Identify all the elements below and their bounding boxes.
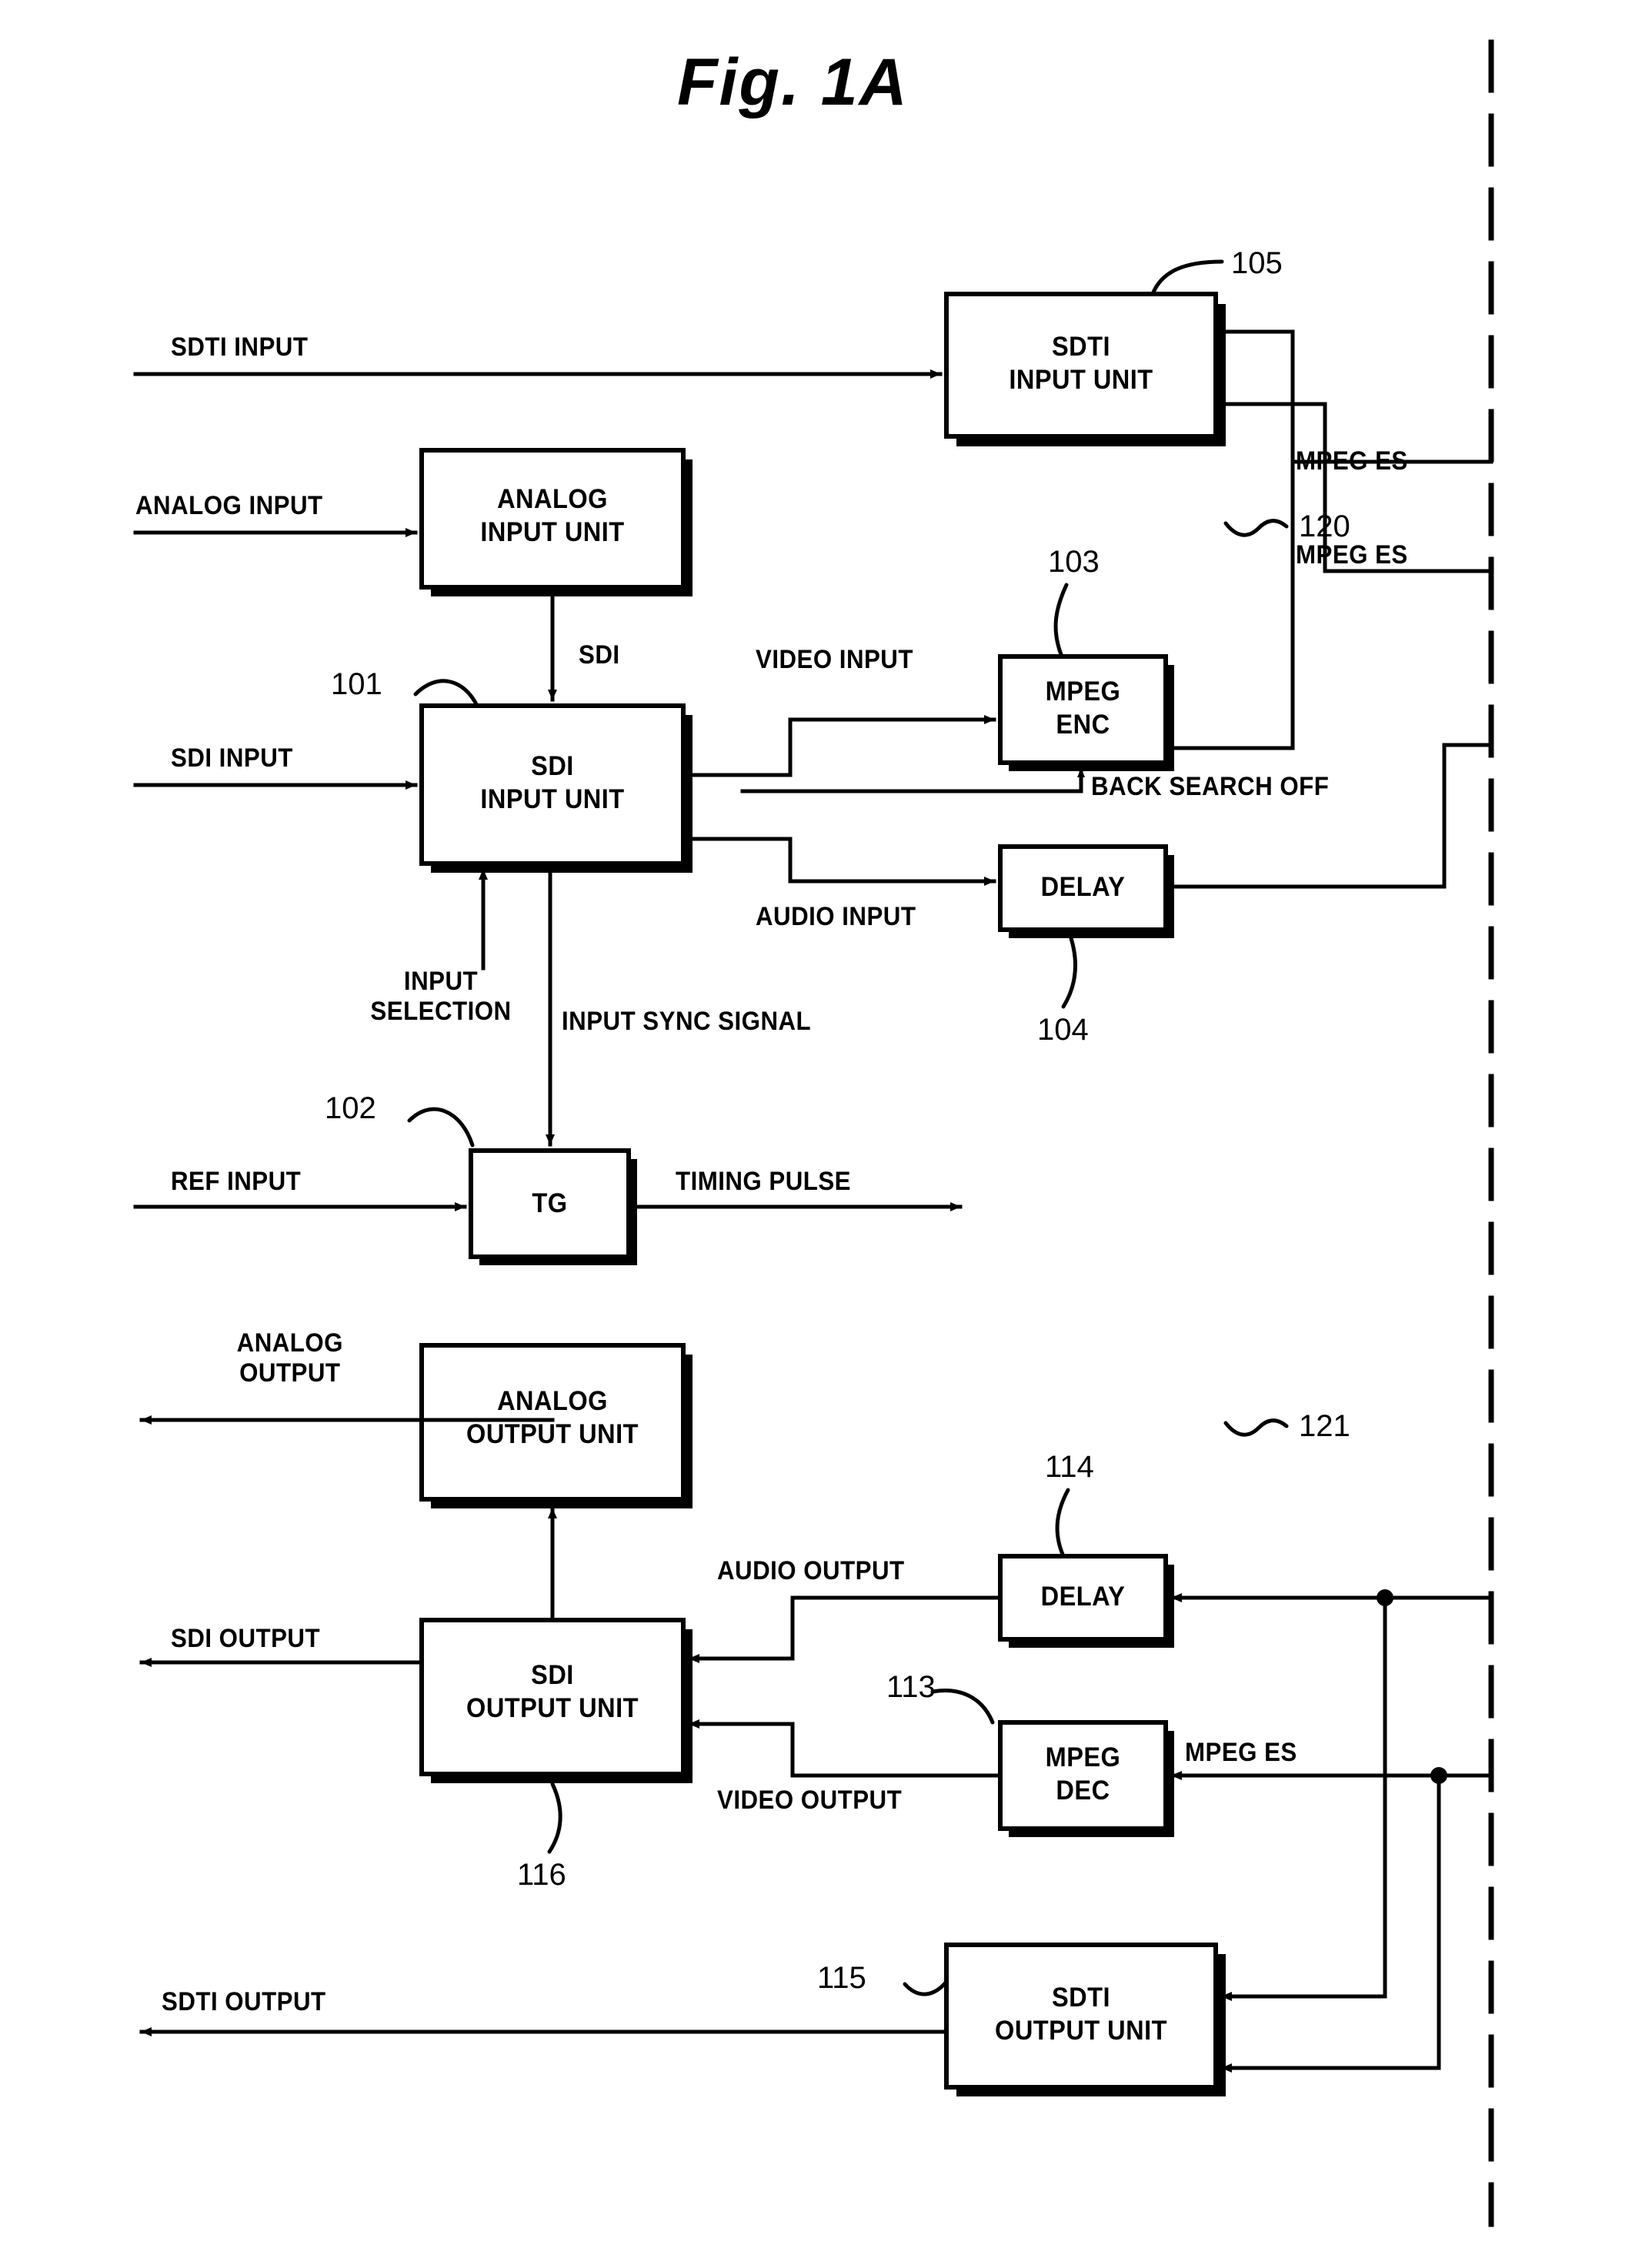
reference-numeral-113: 113 [886,1670,936,1704]
block-label-sdti-input-unit: SDTI INPUT UNIT [1009,332,1153,395]
reference-numeral-105: 105 [1231,246,1283,280]
signal-label-input-sync-signal: INPUT SYNC SIGNAL [562,1007,812,1036]
block-label-sdti-output-unit: SDTI OUTPUT UNIT [995,1983,1167,2046]
reference-numeral-101: 101 [331,667,382,701]
reference-numeral-103: 103 [1048,545,1100,579]
signal-label-audio-input: AUDIO INPUT [756,902,916,931]
signal-label-sdti-input: SDTI INPUT [171,332,309,362]
block-label-delay-input: DELAY [1040,872,1126,902]
signal-label-sdti-output: SDTI OUTPUT [162,1987,326,2016]
signal-label-mpeg-es-3: MPEG ES [1185,1738,1297,1767]
signal-label-input-selection: INPUT SELECTION [370,967,512,1026]
reference-numeral-121: 121 [1299,1409,1350,1443]
signal-label-mpeg-es-1: MPEG ES [1296,446,1408,476]
signal-label-audio-output: AUDIO OUTPUT [717,1556,905,1585]
signal-label-sdi-output: SDI OUTPUT [171,1624,321,1653]
reference-numeral-116: 116 [517,1858,566,1892]
signal-label-sdi: SDI [579,640,620,670]
block-label-sdi-input-unit: SDI INPUT UNIT [480,751,625,814]
signal-label-video-input: VIDEO INPUT [756,645,913,674]
block-label-analog-input-unit: ANALOG INPUT UNIT [480,484,625,547]
reference-numeral-104: 104 [1037,1013,1089,1047]
figure-title: Fig. 1A [677,45,909,119]
signal-label-back-search-off: BACK SEARCH OFF [1091,772,1330,801]
reference-numeral-102: 102 [325,1091,376,1125]
block-label-tg: TG [532,1188,568,1218]
signal-label-timing-pulse: TIMING PULSE [676,1167,851,1196]
signal-label-sdi-input: SDI INPUT [171,743,293,773]
block-label-mpeg-dec: MPEG DEC [1045,1742,1121,1806]
signal-label-analog-output: ANALOG OUTPUT [236,1328,343,1388]
signal-label-video-output: VIDEO OUTPUT [717,1786,903,1815]
patent-figure-canvas: Fig. 1A SDTI INPUT UNIT ANALOG INPUT UNI… [0,0,1652,2265]
signal-label-analog-input: ANALOG INPUT [135,491,323,520]
reference-numeral-114: 114 [1045,1450,1094,1484]
signal-label-ref-input: REF INPUT [171,1167,302,1196]
block-label-mpeg-enc: MPEG ENC [1045,676,1121,740]
block-label-delay-output: DELAY [1040,1582,1126,1612]
block-label-sdi-output-unit: SDI OUTPUT UNIT [466,1660,639,1723]
signal-label-mpeg-es-2: MPEG ES [1296,540,1408,570]
reference-numeral-115: 115 [817,1961,866,1995]
reference-numeral-120: 120 [1299,509,1350,543]
block-label-analog-output-unit: ANALOG OUTPUT UNIT [466,1386,639,1449]
